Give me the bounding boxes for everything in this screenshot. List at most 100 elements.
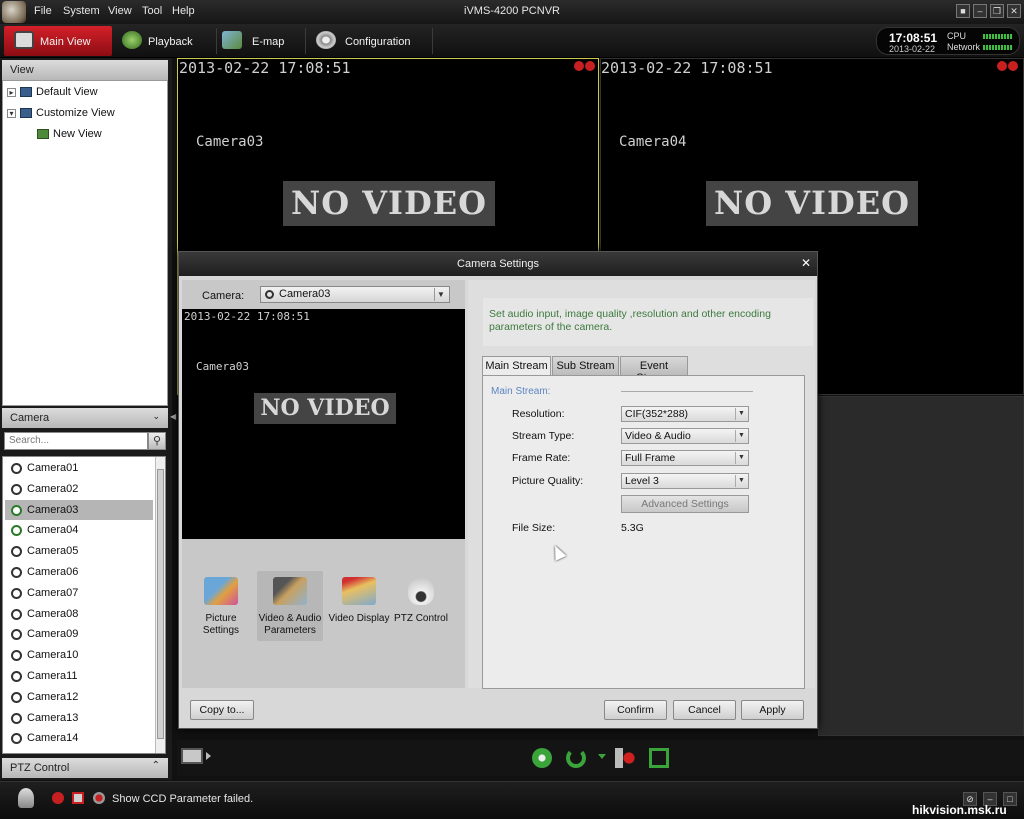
stream-type-select[interactable]: Video & Audio ▼ xyxy=(621,428,749,444)
cancel-button[interactable]: Cancel xyxy=(673,700,736,720)
picture-quality-value: Level 3 xyxy=(625,475,659,487)
tree-item-new-view[interactable]: New View xyxy=(37,128,102,140)
fullscreen-icon[interactable] xyxy=(649,748,669,768)
chevron-down-icon[interactable]: ▼ xyxy=(735,408,747,420)
menu-file[interactable]: File xyxy=(34,5,52,17)
apply-button[interactable]: Apply xyxy=(741,700,804,720)
camera-list-item[interactable]: Camera14 xyxy=(5,728,153,748)
minimize-button[interactable]: – xyxy=(973,4,987,18)
func-picture-settings[interactable]: Picture Settings xyxy=(188,571,254,641)
resolution-select[interactable]: CIF(352*288) ▼ xyxy=(621,406,749,422)
alarm-record-icon[interactable] xyxy=(52,792,64,804)
chevron-down-icon[interactable]: ▼ xyxy=(735,475,747,487)
tab-playback-label: Playback xyxy=(148,36,193,48)
camera-list-item[interactable]: Camera04 xyxy=(5,520,153,540)
camera-list-item[interactable]: Camera09 xyxy=(5,624,153,644)
chevron-down-icon[interactable]: ▼ xyxy=(434,288,447,301)
view-icon xyxy=(37,129,49,140)
chevron-right-icon[interactable] xyxy=(206,752,211,760)
tab-main-view-label: Main View xyxy=(40,36,91,48)
view-panel-header[interactable]: View xyxy=(2,60,168,80)
alarm-bell-icon[interactable] xyxy=(18,788,34,808)
camera-panel-header[interactable]: Camera ⌄ xyxy=(2,408,168,428)
camera-name: Camera07 xyxy=(27,586,79,599)
camera-select[interactable]: Camera03 ▼ xyxy=(260,286,450,303)
confirm-button[interactable]: Confirm xyxy=(604,700,667,720)
picture-quality-select[interactable]: Level 3 ▼ xyxy=(621,473,749,489)
camera-panel-title: Camera xyxy=(10,412,50,424)
tab-event-stream[interactable]: Event Stream xyxy=(620,356,688,384)
menu-view[interactable]: View xyxy=(108,5,132,17)
camera-list-item[interactable]: Camera12 xyxy=(5,687,153,707)
video-audio-icon xyxy=(273,577,307,605)
tab-playback[interactable]: Playback xyxy=(114,26,214,56)
menu-tool[interactable]: Tool xyxy=(142,5,162,17)
camera-list-item[interactable]: Camera01 xyxy=(5,458,153,478)
chevron-up-icon[interactable]: ⌃ xyxy=(152,760,160,771)
ptz-panel-title: PTZ Control xyxy=(10,762,70,774)
tab-main-stream[interactable]: Main Stream xyxy=(482,356,551,376)
chevron-down-icon[interactable] xyxy=(598,754,606,759)
camera-name: Camera08 xyxy=(27,607,79,620)
event-icon[interactable] xyxy=(72,792,84,804)
view-folder-icon xyxy=(20,87,32,98)
video-display-icon xyxy=(342,577,376,605)
stop-all-icon[interactable] xyxy=(532,748,552,768)
camera-list-item[interactable]: Camera06 xyxy=(5,562,153,582)
frame-rate-select[interactable]: Full Frame ▼ xyxy=(621,450,749,466)
caption-divider xyxy=(621,391,753,392)
func-ptz-control[interactable]: PTZ Control xyxy=(388,571,454,641)
tree-item-default-view[interactable]: ▸ Default View xyxy=(7,86,98,98)
advanced-settings-button[interactable]: Advanced Settings xyxy=(621,495,749,513)
camera-list-item[interactable]: Camera02 xyxy=(5,479,153,499)
chevron-down-icon[interactable]: ⌄ xyxy=(152,411,160,422)
camera-icon xyxy=(11,733,22,745)
collapse-icon[interactable]: ▾ xyxy=(7,108,16,118)
camera-icon xyxy=(11,671,22,682)
camera-icon xyxy=(11,504,22,516)
chevron-down-icon[interactable]: ▼ xyxy=(735,430,747,442)
mute-icon[interactable] xyxy=(615,748,635,768)
refresh-icon[interactable] xyxy=(566,748,586,768)
copy-to-button[interactable]: Copy to... xyxy=(190,700,254,720)
menu-help[interactable]: Help xyxy=(172,5,195,17)
camera-list-item[interactable]: Camera07 xyxy=(5,583,153,603)
tab-configuration[interactable]: Configuration xyxy=(306,26,432,56)
tab-emap[interactable]: E-map xyxy=(216,26,304,56)
app-logo xyxy=(2,1,26,23)
camera-list-item[interactable]: Camera13 xyxy=(5,708,153,728)
dialog-titlebar[interactable]: Camera Settings ✕ xyxy=(179,252,817,276)
tab-sub-stream[interactable]: Sub Stream xyxy=(552,356,619,375)
tree-item-customize-view[interactable]: ▾ Customize View xyxy=(7,107,115,119)
clock-time: 17:08:51 xyxy=(889,31,938,45)
camera-list-item[interactable]: Camera08 xyxy=(5,604,153,624)
expand-icon[interactable]: ▸ xyxy=(7,87,16,97)
camera-list-item[interactable]: Camera05 xyxy=(5,541,153,561)
camera-list-scrollbar[interactable] xyxy=(155,457,165,753)
camera-list-item[interactable]: Camera03 xyxy=(5,499,153,520)
dialog-close-icon[interactable]: ✕ xyxy=(799,257,813,271)
close-button[interactable]: ✕ xyxy=(1007,4,1021,18)
camera-list-item[interactable]: Camera10 xyxy=(5,645,153,665)
window-division-icon[interactable] xyxy=(181,748,203,764)
camera-icon xyxy=(11,525,22,537)
restore-button[interactable]: ❐ xyxy=(990,4,1004,18)
camera-list-item[interactable]: Camera11 xyxy=(5,666,153,686)
func-video-audio-parameters[interactable]: Video & Audio Parameters xyxy=(257,571,323,641)
tab-main-view[interactable]: Main View xyxy=(4,26,112,56)
search-icon[interactable]: ⚲ xyxy=(148,432,166,450)
camera-search-input[interactable]: Search... xyxy=(4,432,148,450)
scrollbar-thumb[interactable] xyxy=(157,469,164,739)
video-tile-3[interactable] xyxy=(818,396,1024,736)
view-panel-title: View xyxy=(10,64,34,76)
chevron-down-icon[interactable]: ▼ xyxy=(735,452,747,464)
panel-collapse-icon[interactable]: ◀ xyxy=(170,412,176,421)
lock-icon[interactable]: ■ xyxy=(956,4,970,18)
camera-preview: 2013-02-22 17:08:51 Camera03 NO VIDEO xyxy=(182,309,465,539)
ptz-panel-header[interactable]: PTZ Control ⌃ xyxy=(2,758,168,778)
stream-type-value: Video & Audio xyxy=(625,430,691,442)
func-video-display[interactable]: Video Display xyxy=(326,571,392,641)
menu-system[interactable]: System xyxy=(63,5,100,17)
camera-icon xyxy=(11,650,22,662)
camera-name: Camera02 xyxy=(27,482,79,495)
